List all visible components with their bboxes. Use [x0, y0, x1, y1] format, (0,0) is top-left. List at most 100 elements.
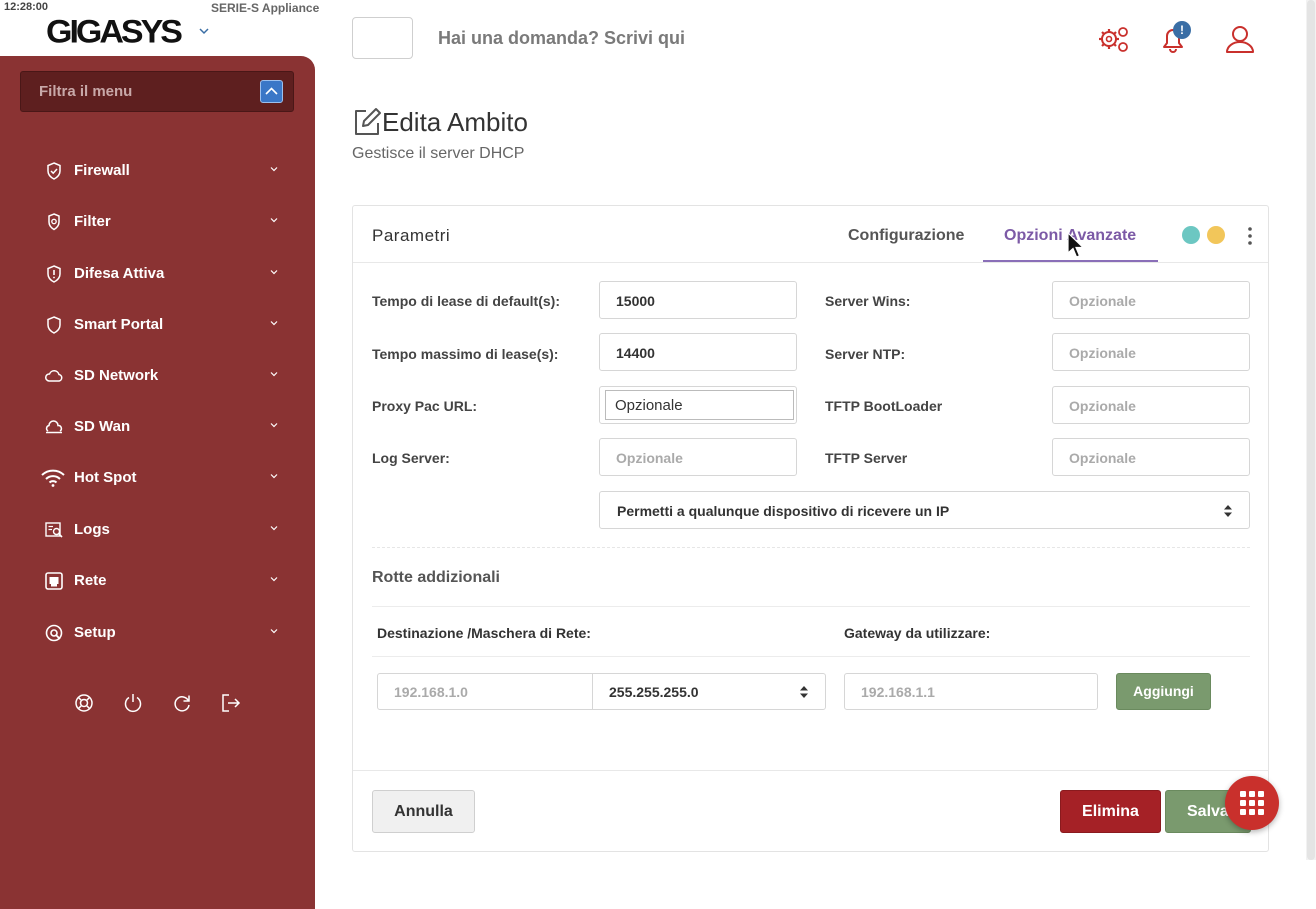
sidebar: Filtra il menu Firewall Filter Difesa At… — [0, 56, 315, 909]
collapse-menu-button[interactable] — [260, 80, 283, 103]
proxy-pac-field: Opzionale — [599, 386, 797, 424]
route-destination-input[interactable]: 192.168.1.0 — [377, 673, 593, 710]
chevron-down-icon — [270, 321, 278, 326]
sidebar-item-filter[interactable]: Filter — [0, 202, 315, 242]
tftp-server-label: TFTP Server — [825, 450, 908, 466]
chevron-down-icon — [270, 372, 278, 377]
tab-configurazione[interactable]: Configurazione — [848, 227, 964, 245]
edit-icon — [355, 108, 381, 135]
user-icon[interactable] — [1223, 22, 1257, 56]
sidebar-item-firewall[interactable]: Firewall — [0, 151, 315, 191]
tftp-bootloader-label: TFTP BootLoader — [825, 398, 943, 414]
sidebar-item-setup[interactable]: Setup — [0, 613, 315, 653]
chevron-down-icon — [270, 474, 278, 479]
menu-filter-placeholder: Filtra il menu — [39, 83, 133, 100]
shield-check-icon — [47, 162, 61, 180]
chevron-down-icon — [270, 629, 278, 634]
sidebar-item-difesa-attiva[interactable]: Difesa Attiva — [0, 254, 315, 294]
apps-fab-button[interactable] — [1225, 776, 1279, 830]
more-options-icon[interactable] — [1246, 226, 1254, 246]
server-ntp-label: Server NTP: — [825, 346, 906, 362]
sidebar-item-sd-wan[interactable]: SD Wan — [0, 407, 315, 447]
appliance-label: SERIE-S Appliance — [211, 1, 320, 15]
refresh-icon[interactable] — [171, 692, 193, 714]
sidebar-item-label: Rete — [74, 572, 107, 589]
card-footer: Annulla Elimina Salva — [353, 770, 1268, 852]
routes-section-title: Rotte addizionali — [372, 569, 500, 586]
chevron-up-icon — [265, 87, 278, 95]
lease-max-input[interactable]: 14400 — [599, 333, 797, 371]
sidebar-item-sd-network[interactable]: SD Network — [0, 356, 315, 396]
chevron-down-icon — [270, 167, 278, 172]
brand-logo[interactable]: GIGASYS — [46, 14, 183, 51]
shield-icon — [47, 316, 61, 334]
cloud-wan-icon — [45, 420, 63, 434]
tftp-server-input[interactable]: Opzionale — [1052, 438, 1250, 476]
section-divider — [372, 547, 1250, 548]
ethernet-icon — [45, 572, 63, 590]
sidebar-item-label: Logs — [74, 521, 110, 538]
cloud-icon — [45, 370, 63, 382]
sidebar-item-label: Setup — [74, 624, 116, 641]
chevron-down-icon — [270, 577, 278, 582]
select-arrows-icon — [800, 686, 808, 698]
lease-default-input[interactable]: 15000 — [599, 281, 797, 319]
menu-filter-input[interactable]: Filtra il menu — [20, 71, 294, 112]
add-route-button[interactable]: Aggiungi — [1116, 673, 1211, 710]
wifi-icon — [41, 469, 65, 487]
routes-divider-bottom — [372, 656, 1250, 657]
route-gateway-input[interactable]: 192.168.1.1 — [844, 673, 1098, 710]
routes-divider-top — [372, 606, 1250, 607]
card-title: Parametri — [372, 226, 451, 245]
power-icon[interactable] — [122, 692, 144, 714]
tftp-bootloader-input[interactable]: Opzionale — [1052, 386, 1250, 424]
status-dot-yellow[interactable] — [1207, 226, 1225, 244]
lease-default-label: Tempo di lease di default(s): — [372, 293, 560, 309]
chevron-down-icon — [270, 423, 278, 428]
chevron-down-icon[interactable] — [198, 26, 210, 36]
sidebar-item-label: Firewall — [74, 162, 130, 179]
sidebar-item-rete[interactable]: Rete — [0, 561, 315, 601]
log-server-label: Log Server: — [372, 450, 450, 466]
route-mask-value: 255.255.255.0 — [609, 684, 699, 700]
sidebar-item-label: SD Wan — [74, 418, 131, 435]
shield-alert-icon — [47, 265, 61, 283]
setup-icon — [45, 624, 63, 642]
allow-devices-select[interactable]: Permetti a qualunque dispositivo di rice… — [599, 491, 1250, 529]
gateway-column-header: Gateway da utilizzare: — [844, 625, 991, 641]
header-square-button[interactable] — [352, 17, 413, 59]
proxy-pac-input[interactable]: Opzionale — [605, 390, 794, 420]
destination-column-header: Destinazione /Maschera di Rete: — [377, 625, 591, 641]
page-subtitle: Gestisce il server DHCP — [352, 145, 525, 162]
server-ntp-input[interactable]: Opzionale — [1052, 333, 1250, 371]
status-dot-teal[interactable] — [1182, 226, 1200, 244]
settings-gears-icon[interactable] — [1097, 22, 1131, 56]
lifebuoy-icon[interactable] — [73, 692, 95, 714]
sidebar-item-label: SD Network — [74, 367, 159, 384]
mouse-cursor-icon — [1067, 232, 1085, 258]
sidebar-item-logs[interactable]: Logs — [0, 510, 315, 550]
server-wins-input[interactable]: Opzionale — [1052, 281, 1250, 319]
logs-search-icon — [45, 522, 63, 538]
select-arrows-icon — [1224, 505, 1232, 517]
sidebar-item-hot-spot[interactable]: Hot Spot — [0, 458, 315, 498]
cancel-button[interactable]: Annulla — [372, 790, 475, 833]
delete-button[interactable]: Elimina — [1060, 790, 1161, 833]
logout-icon[interactable] — [220, 692, 242, 714]
route-mask-select[interactable]: 255.255.255.0 — [592, 673, 826, 710]
lease-max-label: Tempo massimo di lease(s): — [372, 346, 559, 362]
sidebar-bottom-actions — [0, 692, 315, 716]
page-title: Edita Ambito — [382, 107, 528, 137]
page-scrollbar-thumb[interactable] — [1307, 0, 1315, 860]
log-server-input[interactable]: Opzionale — [599, 438, 797, 476]
notification-badge: ! — [1173, 21, 1191, 39]
chevron-down-icon — [270, 526, 278, 531]
sidebar-item-smart-portal[interactable]: Smart Portal — [0, 305, 315, 345]
sidebar-item-label: Smart Portal — [74, 316, 164, 333]
search-hint[interactable]: Hai una domanda? Scrivi qui — [438, 28, 685, 49]
scope-card: Parametri Configurazione Opzioni Avanzat… — [352, 205, 1269, 852]
sidebar-item-label: Difesa Attiva — [74, 265, 165, 282]
card-header: Parametri Configurazione Opzioni Avanzat… — [353, 206, 1268, 263]
sidebar-item-label: Filter — [74, 213, 111, 230]
clock-time: 12:28:00 — [4, 1, 49, 13]
